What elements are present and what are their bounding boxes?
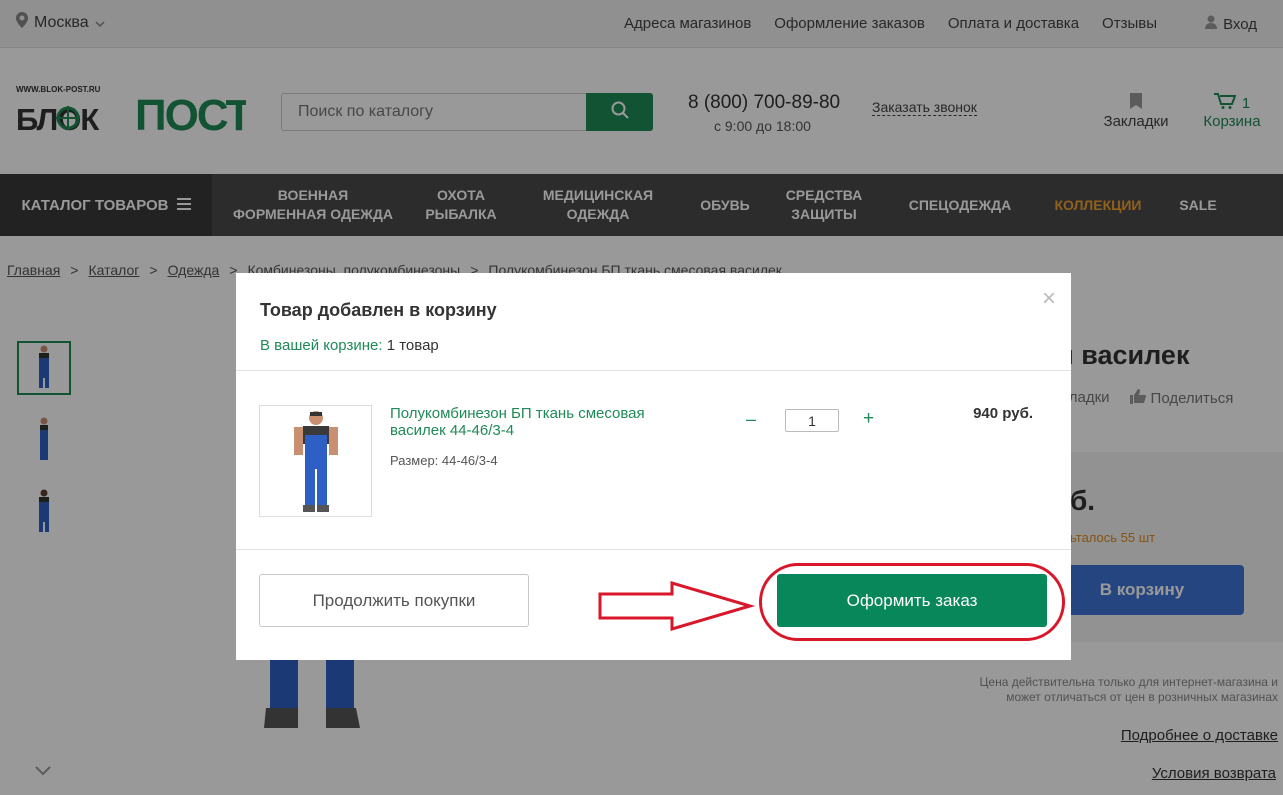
continue-shopping-button[interactable]: Продолжить покупки [259,574,529,627]
cart-item-price: 940 руб. [973,405,1033,422]
cart-count-summary: В вашей корзине: 1 товар [260,337,439,354]
close-icon[interactable]: × [1042,285,1056,313]
cart-item-image[interactable] [259,405,372,517]
modal-title: Товар добавлен в корзину [260,300,497,320]
annotation-highlight-ellipse [759,563,1065,641]
divider [236,549,1071,550]
divider [236,370,1071,371]
annotation-arrow-icon [596,580,756,632]
cart-count-value: 1 товар [386,337,439,354]
cart-item-name[interactable]: Полукомбинезон БП ткань смесовая василек… [390,405,690,439]
quantity-increase-button[interactable]: + [863,408,874,430]
cart-item-size: Размер: 44-46/3-4 [390,453,498,468]
quantity-decrease-button[interactable]: – [746,409,756,430]
cart-count-label: В вашей корзине: [260,337,383,354]
quantity-input[interactable] [785,409,839,432]
